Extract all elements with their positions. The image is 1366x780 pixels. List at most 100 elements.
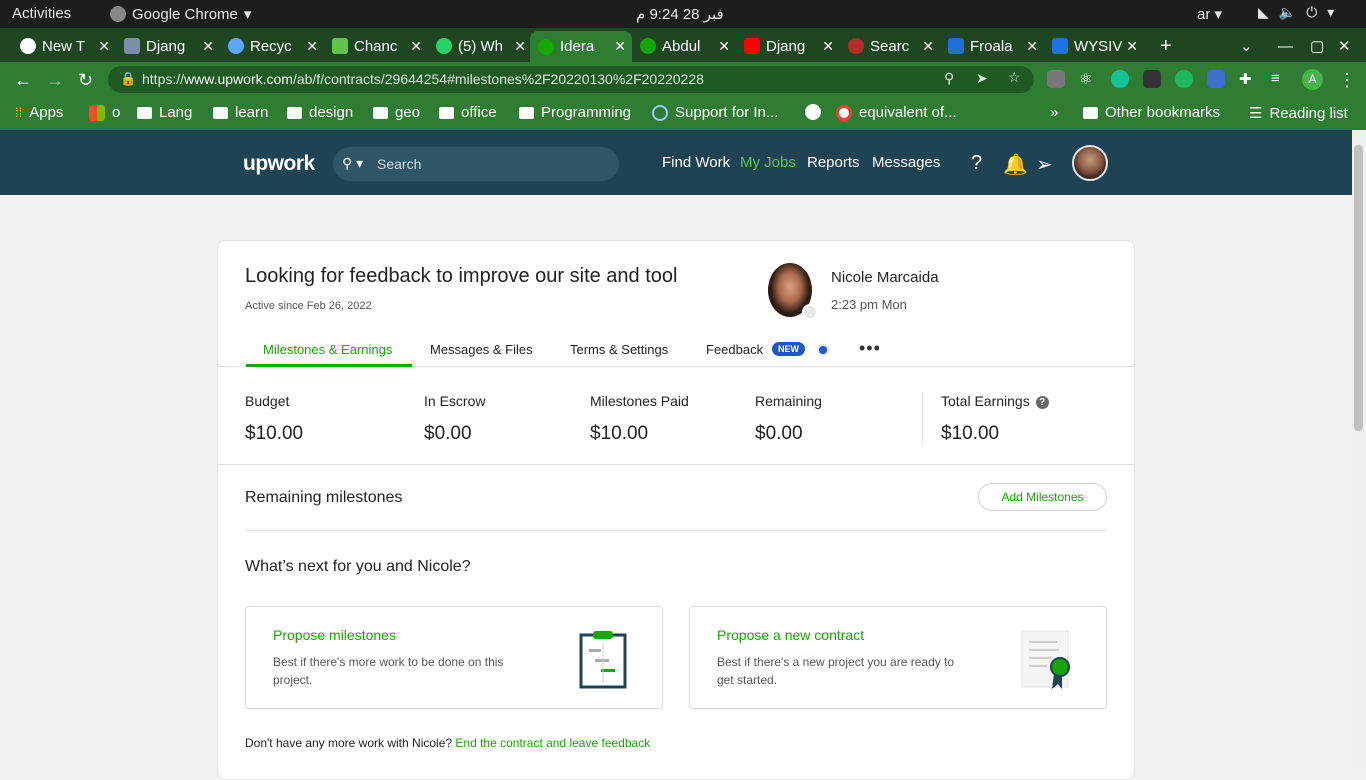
activities-button[interactable]: Activities xyxy=(12,5,71,22)
close-icon[interactable]: ✕ xyxy=(822,38,834,55)
browser-tab[interactable]: Searc ✕ xyxy=(840,33,940,59)
puzzle-icon[interactable]: ✚ xyxy=(1239,70,1257,88)
send-icon[interactable]: ➤ xyxy=(976,70,988,87)
more-bookmarks-button[interactable]: » xyxy=(1050,104,1058,121)
browser-tab[interactable]: WYSIV ✕ xyxy=(1044,33,1144,59)
bookmark-folder[interactable]: learn xyxy=(213,104,268,121)
clock[interactable]: فبر 28 9:24 م xyxy=(636,5,724,23)
reading-list-button[interactable]: ☰ Reading list xyxy=(1249,104,1348,123)
star-icon[interactable]: ☆ xyxy=(1008,69,1021,86)
maximize-icon[interactable]: ▢ xyxy=(1302,33,1324,59)
browser-tab[interactable]: Froala ✕ xyxy=(940,33,1044,59)
user-avatar[interactable] xyxy=(1072,145,1108,181)
close-icon[interactable]: ✕ xyxy=(614,38,626,55)
app-menu[interactable]: Google Chrome ▾ xyxy=(110,5,251,23)
tab-feedback[interactable]: Feedback xyxy=(706,342,763,357)
eyedropper-icon[interactable] xyxy=(1143,70,1161,88)
contract-title: Looking for feedback to improve our site… xyxy=(245,265,678,287)
scrollbar-thumb[interactable] xyxy=(1354,145,1363,431)
browser-tab[interactable]: Recyc ✕ xyxy=(220,33,324,59)
back-icon[interactable]: ← xyxy=(14,70,32,91)
certificate-icon xyxy=(1021,630,1070,689)
close-icon[interactable]: ✕ xyxy=(410,38,422,55)
new-tab-button[interactable]: + xyxy=(1152,33,1172,59)
browser-tab-strip: New T ✕ Djang ✕ Recyc ✕ Chanc ✕ (5) Wh ✕ Ider… xyxy=(0,28,1366,62)
close-icon[interactable]: ✕ xyxy=(514,38,526,55)
tab-messages-files[interactable]: Messages & Files xyxy=(430,342,533,357)
browser-tab[interactable]: Abdul ✕ xyxy=(632,33,736,59)
close-icon[interactable]: ✕ xyxy=(1026,38,1038,55)
direct-contracts-icon[interactable]: ➢ xyxy=(1036,152,1053,177)
bookmark-item[interactable]: equivalent of... xyxy=(836,104,957,121)
tab-label: (5) Wh xyxy=(458,37,503,55)
system-tray[interactable]: ◣ 🔈 ⏻ ▾ xyxy=(1258,4,1334,21)
react-devtools-icon[interactable]: ⚛ xyxy=(1079,70,1097,88)
media-control-icon[interactable]: ≡ xyxy=(1271,70,1289,88)
bookmark-folder-other[interactable]: Other bookmarks xyxy=(1083,104,1220,121)
nav-reports[interactable]: Reports xyxy=(807,154,860,171)
url-text: https://www.upwork.com/ab/f/contracts/29… xyxy=(142,71,704,87)
reload-icon[interactable]: ↻ xyxy=(78,70,93,91)
close-icon[interactable]: ✕ xyxy=(718,38,730,55)
client-name[interactable]: Nicole Marcaida xyxy=(831,269,939,286)
globe-icon xyxy=(652,104,668,121)
nav-my-jobs[interactable]: My Jobs xyxy=(740,154,796,171)
bookmark-folder[interactable]: Lang xyxy=(137,104,192,121)
profile-avatar[interactable]: A xyxy=(1302,69,1323,90)
bell-icon[interactable]: 🔔 xyxy=(1003,152,1028,177)
tab-milestones-earnings[interactable]: Milestones & Earnings xyxy=(263,342,392,357)
browser-tab[interactable]: Djang ✕ xyxy=(116,33,220,59)
bookmarks-bar: ⁞⁞ Apps o Lang learn design geo office Pr… xyxy=(0,97,1366,130)
grammarly-icon[interactable] xyxy=(1111,70,1129,88)
close-window-icon[interactable]: ✕ xyxy=(1330,33,1351,59)
bookmark-item[interactable]: o xyxy=(89,104,120,121)
tab-search-chevron-icon[interactable]: ⌄ xyxy=(1232,33,1253,59)
more-options-icon[interactable]: ••• xyxy=(859,338,881,359)
end-contract-link[interactable]: End the contract and leave feedback xyxy=(455,736,650,750)
browser-tab[interactable]: Chanc ✕ xyxy=(324,33,428,59)
bookmark-item[interactable] xyxy=(805,104,828,120)
app-name: Google Chrome xyxy=(132,5,238,23)
propose-contract-card[interactable]: Propose a new contract Best if there's a… xyxy=(689,606,1107,709)
bookmark-folder[interactable]: geo xyxy=(373,104,420,121)
bookmark-folder[interactable]: Programming xyxy=(519,104,631,121)
browser-tab-active[interactable]: Idera ✕ xyxy=(530,31,632,62)
propose-contract-link[interactable]: Propose a new contract xyxy=(717,627,864,643)
address-bar[interactable]: 🔒 https://www.upwork.com/ab/f/contracts/… xyxy=(108,66,1034,93)
kebab-menu-icon[interactable]: ⋮ xyxy=(1338,70,1356,91)
bookmark-folder[interactable]: design xyxy=(287,104,353,121)
forward-icon[interactable]: → xyxy=(46,70,64,91)
close-icon[interactable]: ✕ xyxy=(306,38,318,55)
nav-find-work[interactable]: Find Work xyxy=(662,154,730,171)
stat-total-earnings: Total Earnings? xyxy=(941,393,1049,409)
close-icon[interactable]: ✕ xyxy=(98,38,110,55)
nav-messages[interactable]: Messages xyxy=(872,154,940,171)
add-milestones-button[interactable]: Add Milestones xyxy=(978,483,1107,511)
bookmark-apps[interactable]: ⁞⁞ Apps xyxy=(15,104,63,121)
search-input[interactable]: ⚲ ▾ Search xyxy=(333,147,619,181)
bookmark-folder[interactable]: office xyxy=(439,104,497,121)
propose-milestones-card[interactable]: Propose milestones Best if there's more … xyxy=(245,606,663,709)
close-icon[interactable]: ✕ xyxy=(1126,38,1138,55)
propose-milestones-link[interactable]: Propose milestones xyxy=(273,627,396,643)
minimize-icon[interactable]: — xyxy=(1270,33,1293,59)
extension-icon[interactable] xyxy=(1207,70,1225,88)
extension-icon[interactable] xyxy=(1175,70,1193,88)
close-icon[interactable]: ✕ xyxy=(202,38,214,55)
browser-tab[interactable]: Djang ✕ xyxy=(736,33,840,59)
browser-tab[interactable]: (5) Wh ✕ xyxy=(428,33,532,59)
close-icon[interactable]: ✕ xyxy=(922,38,934,55)
help-icon[interactable]: ? xyxy=(971,152,982,175)
zoom-icon[interactable]: ⚲ xyxy=(944,70,954,87)
help-circle-icon[interactable]: ? xyxy=(1035,395,1049,409)
tab-terms-settings[interactable]: Terms & Settings xyxy=(570,342,668,357)
language-indicator[interactable]: ar ▾ xyxy=(1197,5,1222,23)
bookmark-label: design xyxy=(309,104,354,121)
upwork-logo[interactable]: upwork xyxy=(243,152,315,176)
quora-favicon-icon xyxy=(848,38,864,54)
browser-tab[interactable]: New T ✕ xyxy=(12,33,116,59)
page-scrollbar[interactable] xyxy=(1352,130,1366,768)
youtube-favicon-icon xyxy=(744,38,760,54)
bookmark-item[interactable]: Support for In... xyxy=(652,104,778,121)
extension-icon[interactable] xyxy=(1047,70,1065,88)
